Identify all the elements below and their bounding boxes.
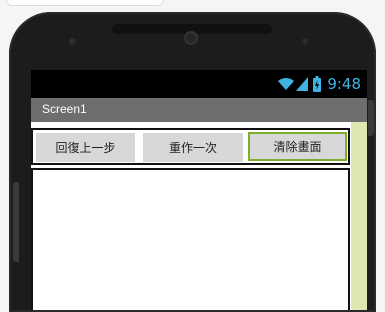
undo-button[interactable]: 回復上一步 bbox=[36, 133, 135, 162]
sensor-dot bbox=[69, 38, 76, 45]
power-button bbox=[368, 100, 374, 136]
top-card bbox=[6, 0, 164, 6]
title-bar: Screen1 bbox=[31, 98, 367, 122]
clear-canvas-button[interactable]: 清除畫面 bbox=[248, 132, 347, 161]
signal-icon bbox=[296, 77, 309, 91]
status-icons: 9:48 bbox=[277, 74, 361, 94]
side-strip bbox=[351, 122, 367, 310]
sensor-dot-right bbox=[302, 38, 308, 44]
redo-button[interactable]: 重作一次 bbox=[143, 133, 243, 162]
volume-button bbox=[13, 182, 19, 262]
front-camera bbox=[184, 31, 198, 45]
status-clock: 9:48 bbox=[327, 75, 361, 93]
screen-title: Screen1 bbox=[42, 102, 87, 116]
wifi-icon bbox=[277, 77, 295, 91]
phone-frame: 9:48 Screen1 回復上一步 重作一次 清除畫面 bbox=[9, 12, 376, 312]
screen-content: 回復上一步 重作一次 清除畫面 bbox=[31, 122, 367, 310]
drawing-canvas[interactable] bbox=[31, 168, 350, 310]
phone-screen: 9:48 Screen1 回復上一步 重作一次 清除畫面 bbox=[31, 70, 367, 310]
status-bar: 9:48 bbox=[31, 70, 367, 98]
battery-icon bbox=[313, 76, 322, 92]
button-row: 回復上一步 重作一次 清除畫面 bbox=[31, 128, 350, 165]
